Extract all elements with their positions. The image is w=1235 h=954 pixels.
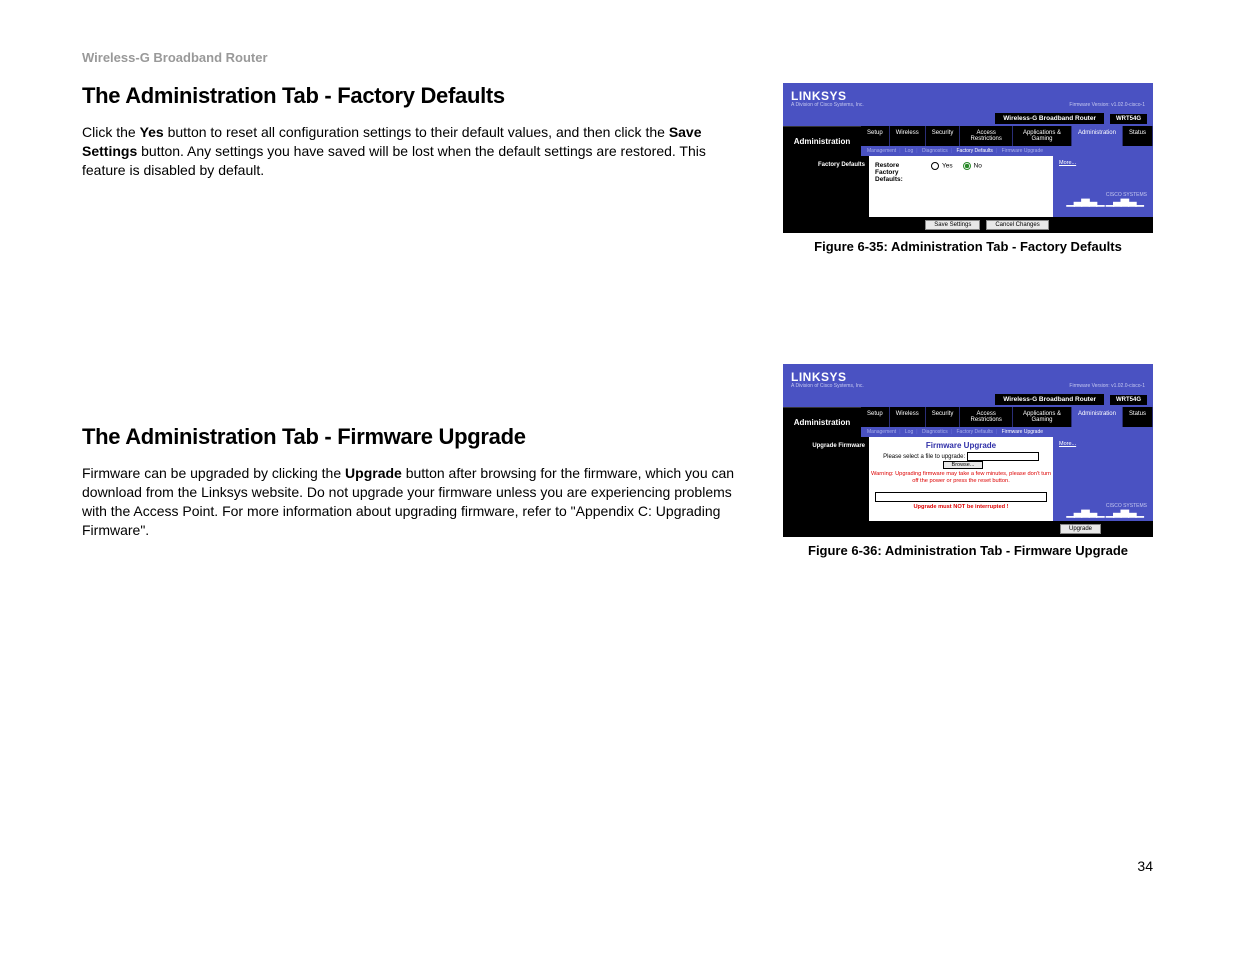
panel-section-label: Upgrade Firmware (783, 437, 869, 521)
figure2-caption: Figure 6-36: Administration Tab - Firmwa… (783, 543, 1153, 558)
product-model: WRT54G (1110, 114, 1147, 124)
cisco-logo: CISCO SYSTEMS ▁▃▅▃▁ ▁▃▅▃▁ (1066, 190, 1147, 206)
tab-security[interactable]: Security (926, 126, 961, 146)
left-main-label: Administration (783, 126, 861, 156)
tab-status[interactable]: Status (1123, 126, 1153, 146)
tab-applications-gaming[interactable]: Applications & Gaming (1013, 126, 1072, 146)
figure-firmware-upgrade: LINKSYS A Division of Cisco Systems, Inc… (783, 364, 1153, 537)
sub-tabs: Management| Log| Diagnostics| Factory De… (861, 146, 1153, 156)
radio-no[interactable]: No (963, 162, 982, 170)
radio-yes[interactable]: Yes (931, 162, 953, 170)
section1-title: The Administration Tab - Factory Default… (82, 83, 753, 109)
panel-section-label: Factory Defaults (783, 156, 869, 217)
text: button to reset all configuration settin… (164, 124, 669, 140)
firmware-version: Firmware Version: v1.02.0-cisco-1 (1069, 102, 1145, 108)
text: button. Any settings you have saved will… (82, 143, 706, 178)
tab-setup[interactable]: Setup (861, 407, 890, 427)
cisco-logo: CISCO SYSTEMS ▁▃▅▃▁ ▁▃▅▃▁ (1066, 501, 1147, 517)
upgrade-button[interactable]: Upgrade (1060, 524, 1101, 534)
tab-wireless[interactable]: Wireless (890, 407, 926, 427)
tab-administration[interactable]: Administration (1072, 126, 1123, 146)
more-link[interactable]: More... (1059, 160, 1076, 166)
left-main-label: Administration (783, 407, 861, 437)
page-number: 34 (1137, 858, 1153, 874)
section2-title: The Administration Tab - Firmware Upgrad… (82, 424, 753, 450)
browse-button[interactable]: Browse... (943, 461, 984, 469)
bold-upgrade: Upgrade (345, 465, 402, 481)
subtab-management[interactable]: Management (867, 148, 896, 154)
warning-text: Warning: Upgrading firmware may take a f… (869, 471, 1053, 484)
select-file-label: Please select a file to upgrade: (883, 455, 965, 461)
linksys-logo: LINKSYS (791, 89, 864, 103)
firmware-upgrade-title: Firmware Upgrade (869, 437, 1053, 452)
logo-subtitle: A Division of Cisco Systems, Inc. (791, 103, 864, 108)
logo-subtitle: A Division of Cisco Systems, Inc. (791, 384, 864, 389)
subtab-diagnostics[interactable]: Diagnostics (922, 429, 948, 435)
tab-applications-gaming[interactable]: Applications & Gaming (1013, 407, 1072, 427)
linksys-logo: LINKSYS (791, 370, 864, 384)
tab-administration[interactable]: Administration (1072, 407, 1123, 427)
product-name: Wireless-G Broadband Router (995, 394, 1104, 405)
text: Click the (82, 124, 140, 140)
tab-access-restrictions[interactable]: Access Restrictions (960, 407, 1013, 427)
document-header: Wireless-G Broadband Router (82, 50, 1153, 65)
section1-body: Click the Yes button to reset all config… (82, 123, 753, 180)
tab-security[interactable]: Security (926, 407, 961, 427)
product-name: Wireless-G Broadband Router (995, 113, 1104, 124)
cancel-changes-button[interactable]: Cancel Changes (986, 220, 1048, 230)
figure1-caption: Figure 6-35: Administration Tab - Factor… (783, 239, 1153, 254)
save-settings-button[interactable]: Save Settings (925, 220, 980, 230)
bold-yes: Yes (140, 124, 164, 140)
section2-body: Firmware can be upgraded by clicking the… (82, 464, 753, 540)
restore-label: Restore Factory Defaults: (875, 162, 921, 183)
more-link[interactable]: More... (1059, 441, 1076, 447)
sub-tabs: Management| Log| Diagnostics| Factory De… (861, 427, 1153, 437)
product-model: WRT54G (1110, 395, 1147, 405)
tab-setup[interactable]: Setup (861, 126, 890, 146)
subtab-diagnostics[interactable]: Diagnostics (922, 148, 948, 154)
subtab-factory-defaults[interactable]: Factory Defaults (957, 429, 993, 435)
tab-access-restrictions[interactable]: Access Restrictions (960, 126, 1013, 146)
select-file-row: Please select a file to upgrade: Browse.… (869, 452, 1053, 469)
subtab-firmware-upgrade[interactable]: Firmware Upgrade (1002, 148, 1043, 154)
progress-bar (875, 492, 1047, 502)
subtab-firmware-upgrade[interactable]: Firmware Upgrade (1002, 429, 1043, 435)
figure-factory-defaults: LINKSYS A Division of Cisco Systems, Inc… (783, 83, 1153, 233)
subtab-log[interactable]: Log (905, 429, 913, 435)
subtab-factory-defaults[interactable]: Factory Defaults (957, 148, 993, 154)
subtab-management[interactable]: Management (867, 429, 896, 435)
firmware-version: Firmware Version: v1.02.0-cisco-1 (1069, 383, 1145, 389)
tab-status[interactable]: Status (1123, 407, 1153, 427)
subtab-log[interactable]: Log (905, 148, 913, 154)
tab-wireless[interactable]: Wireless (890, 126, 926, 146)
file-input[interactable] (967, 452, 1039, 461)
warning-interrupt: Upgrade must NOT be interrupted ! (869, 504, 1053, 510)
text: Firmware can be upgraded by clicking the (82, 465, 345, 481)
